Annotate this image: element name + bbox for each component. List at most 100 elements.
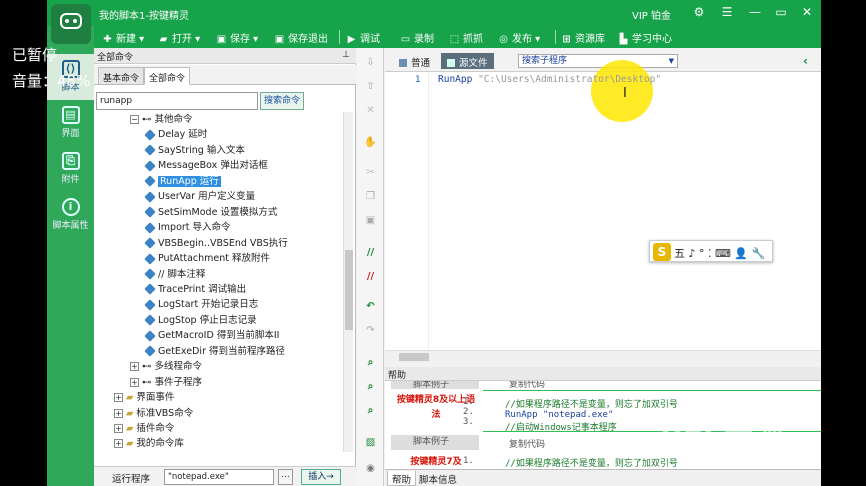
move-up-icon[interactable]: ⇧ <box>364 80 377 93</box>
resource-button[interactable]: ⊞ 资源库 <box>561 30 605 45</box>
tab-normal-view[interactable]: 普通 <box>393 53 436 69</box>
tree-scrollbar[interactable] <box>343 112 353 452</box>
editor-hscrollbar[interactable] <box>385 350 821 362</box>
copy-icon[interactable]: ❐ <box>364 190 377 203</box>
tree-item[interactable]: SayString 输入文本 <box>144 143 245 158</box>
comment-icon[interactable]: // <box>364 246 377 259</box>
expand-icon[interactable]: + <box>114 439 123 449</box>
hand-icon[interactable]: ✋ <box>364 136 377 149</box>
maximize-icon[interactable]: ▭ <box>774 5 788 19</box>
tree-item[interactable]: Import 导入命令 <box>144 220 231 235</box>
redo-icon[interactable]: ↷ <box>364 324 377 337</box>
tab-basic-commands[interactable]: 基本命令 <box>98 67 145 85</box>
expand-icon[interactable]: + <box>114 408 123 418</box>
tree-item[interactable]: GetExeDir 得到当前程序路径 <box>144 344 285 359</box>
tree-item-label: SayString 输入文本 <box>158 144 245 156</box>
run-program-input[interactable]: "notepad.exe" <box>164 469 274 485</box>
record-button[interactable]: ▭ 录制 <box>400 30 434 45</box>
menu-icon[interactable]: ☰ <box>720 5 734 19</box>
browse-button[interactable]: ... <box>278 469 293 485</box>
ime-options[interactable]: 五 ♪ ° ⁚ ⌨ 👤 🔧 <box>674 245 765 261</box>
capture-button[interactable]: ⬚ 抓抓 <box>449 30 483 45</box>
command-icon <box>144 345 156 357</box>
tree-item[interactable]: + ▰ 我的命令库 <box>114 436 184 451</box>
delete-icon[interactable]: ✕ <box>364 104 377 117</box>
tree-item-label: Import 导入命令 <box>158 222 231 234</box>
move-down-icon[interactable]: ⇩ <box>364 56 377 69</box>
tab-source-view[interactable]: 源文件 <box>441 53 494 69</box>
uncomment-icon[interactable]: // <box>364 270 377 283</box>
find-next-icon[interactable]: ⌕ <box>364 380 377 393</box>
tree-item[interactable]: + ▰ 插件命令 <box>114 421 174 436</box>
tab-script-info[interactable]: 脚本信息 <box>415 471 461 486</box>
find-icon[interactable]: ⌕ <box>364 356 377 369</box>
expand-icon[interactable]: + <box>114 393 123 403</box>
line-number: 1 <box>415 75 421 85</box>
tree-item[interactable]: − ⊷ 其他命令 <box>130 112 193 127</box>
tree-item[interactable]: + ▰ 标准VBS命令 <box>114 406 193 421</box>
eye-icon[interactable]: ◉ <box>364 462 377 475</box>
pin-icon[interactable]: ⊥ <box>342 50 350 60</box>
tree-item[interactable]: GetMacroID 得到当前脚本II <box>144 328 279 343</box>
copy-code-link[interactable]: 复制代码 <box>509 437 545 450</box>
vip-badge[interactable]: VIP 铂金 <box>632 7 671 22</box>
tree-item[interactable]: TracePrint 调试输出 <box>144 282 246 297</box>
save-exit-button[interactable]: ▣ 保存退出 <box>274 30 328 45</box>
expand-icon[interactable]: + <box>130 362 139 372</box>
nav-attachment[interactable]: ⎘ 附件 <box>47 146 94 192</box>
chevron-left-icon[interactable]: ‹ <box>803 54 808 68</box>
command-icon <box>144 283 156 296</box>
attachment-icon: ⎘ <box>61 152 80 170</box>
code-editor[interactable]: 1 RunApp "C:\Users\Administrator\Desktop… <box>385 60 821 350</box>
publish-button[interactable]: ◎ 发布 ▾ <box>498 30 540 45</box>
insert-button[interactable]: 插入→ <box>301 469 341 485</box>
tree-item[interactable]: // 脚本注释 <box>144 267 205 282</box>
collapse-icon[interactable]: − <box>130 115 139 124</box>
tree-item[interactable]: + ⊷ 多线程命令 <box>130 359 202 374</box>
tab-all-commands[interactable]: 全部命令 <box>144 67 191 85</box>
subroutine-select[interactable]: 搜索子程序 ▼ <box>518 54 678 68</box>
tree-item[interactable]: + ⊷ 事件子程序 <box>130 375 202 390</box>
code-line[interactable]: RunApp "C:\Users\Administrator\Desktop" <box>438 74 661 85</box>
scroll-thumb[interactable] <box>345 250 353 330</box>
tree-item[interactable]: LogStop 停止日志记录 <box>144 313 257 328</box>
close-icon[interactable]: ✕ <box>800 5 814 19</box>
baidu-watermark-url: jingyan.baidu.com <box>690 440 783 451</box>
tree-item[interactable]: MessageBox 弹出对话框 <box>144 158 268 173</box>
hscroll-thumb[interactable] <box>399 353 429 361</box>
tree-item[interactable]: SetSimMode 设置模拟方式 <box>144 205 277 220</box>
nav-ui[interactable]: ▤ 界面 <box>47 100 94 146</box>
text-cursor-icon: I <box>623 86 627 101</box>
tree-item-label: MessageBox 弹出对话框 <box>158 160 268 172</box>
command-icon <box>144 160 156 172</box>
gear-icon[interactable]: ⚙ <box>692 5 706 19</box>
command-search-input[interactable]: runapp <box>96 92 258 110</box>
tree-item[interactable]: UserVar 用户定义变量 <box>144 189 255 204</box>
nav-props[interactable]: i 脚本属性 <box>47 192 94 238</box>
help-code-block: //如果程序路径不是变量，则忘了加双引号 RunApp "notepad.exe"… <box>505 397 678 433</box>
tree-item[interactable]: + ▰ 界面事件 <box>114 390 174 405</box>
search-command-button[interactable]: 搜索命令 <box>260 92 304 110</box>
ime-toolbar[interactable]: S 五 ♪ ° ⁚ ⌨ 👤 🔧 <box>649 240 773 262</box>
tree-item[interactable]: LogStart 开始记录日志 <box>144 297 258 312</box>
undo-icon[interactable]: ↶ <box>364 300 377 313</box>
replace-icon[interactable]: ⌕ <box>364 404 377 417</box>
panel-title: 全部命令 <box>97 53 134 63</box>
expand-icon[interactable]: + <box>114 424 123 433</box>
save-button[interactable]: ▣ 保存 ▾ <box>216 30 258 45</box>
tree-item[interactable]: VBSBegin..VBSEnd VBS执行 <box>144 236 288 251</box>
learn-button[interactable]: ▙ 学习中心 <box>618 30 672 45</box>
tree-item[interactable]: Delay 延时 <box>144 127 207 142</box>
tree-item[interactable]: RunApp 运行 <box>144 174 221 189</box>
debug-button[interactable]: ▶ 调试 <box>346 30 380 45</box>
image-icon[interactable]: ▨ <box>364 436 377 449</box>
new-button[interactable]: ✚ 新建 ▾ <box>102 30 144 45</box>
tab-help[interactable]: 帮助 <box>387 471 417 486</box>
expand-icon[interactable]: + <box>130 377 139 387</box>
minimize-icon[interactable]: — <box>748 5 762 19</box>
copy-code-link[interactable]: 复制代码 <box>509 381 545 390</box>
tree-item[interactable]: PutAttachment 释放附件 <box>144 251 270 266</box>
cut-icon[interactable]: ✂ <box>364 166 377 179</box>
paste-icon[interactable]: ▣ <box>364 214 377 227</box>
open-button[interactable]: ▰ 打开 ▾ <box>158 30 201 45</box>
